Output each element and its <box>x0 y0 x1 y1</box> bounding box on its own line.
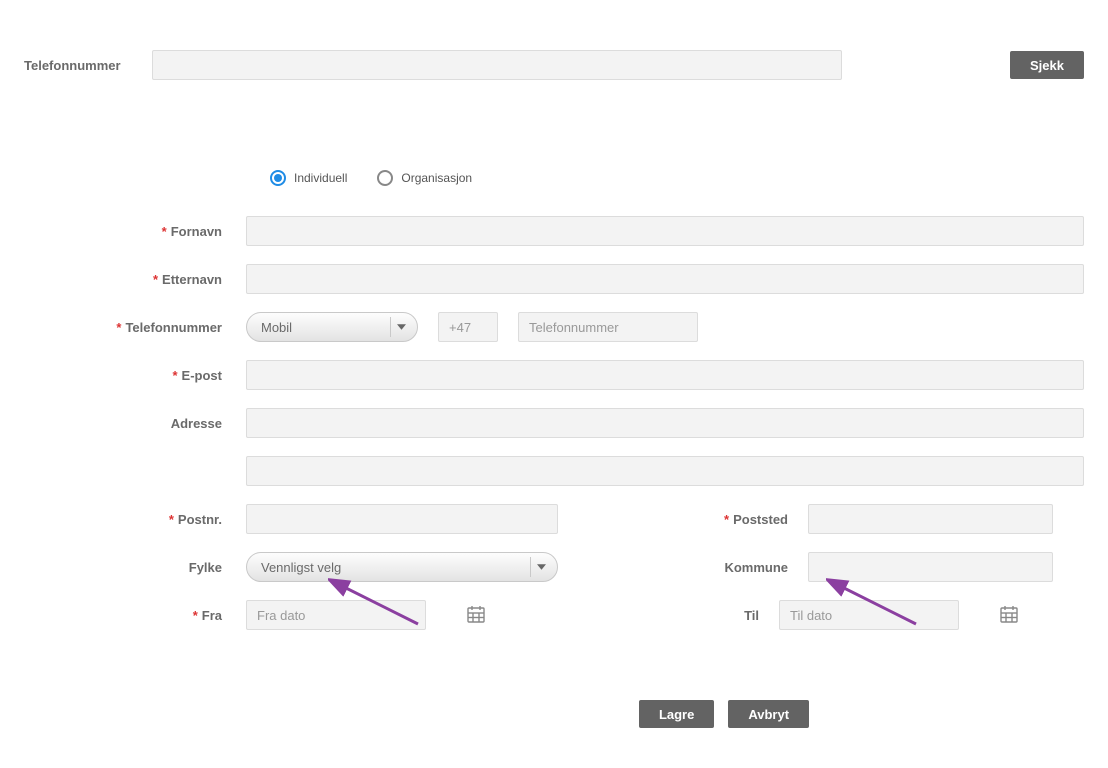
phone-number-input[interactable] <box>518 312 698 342</box>
action-buttons: Lagre Avbryt <box>364 700 1084 728</box>
radio-label: Individuell <box>294 171 347 185</box>
from-date-input[interactable] <box>246 600 426 630</box>
phone-lookup-input[interactable] <box>152 50 842 80</box>
postal-input[interactable] <box>246 504 558 534</box>
country-code-input[interactable] <box>438 312 498 342</box>
city-input[interactable] <box>808 504 1053 534</box>
calendar-icon[interactable] <box>999 604 1019 627</box>
address-label: Adresse <box>24 416 246 431</box>
from-label: *Fra <box>24 608 246 623</box>
cancel-button[interactable]: Avbryt <box>728 700 809 728</box>
phone-type-select[interactable]: Mobil <box>246 312 418 342</box>
phone-type-value: Mobil <box>261 320 292 335</box>
check-button[interactable]: Sjekk <box>1010 51 1084 79</box>
municipality-input[interactable] <box>808 552 1053 582</box>
phone-lookup-row: Telefonnummer Sjekk <box>24 50 1084 80</box>
county-select[interactable]: Vennligst velg <box>246 552 558 582</box>
to-date-input[interactable] <box>779 600 959 630</box>
municipality-label: Kommune <box>678 560 808 575</box>
radio-icon <box>377 170 393 186</box>
last-name-label: *Etternavn <box>24 272 246 287</box>
radio-individual[interactable]: Individuell <box>270 170 347 186</box>
first-name-label: *Fornavn <box>24 224 246 239</box>
county-value: Vennligst velg <box>261 560 341 575</box>
to-label: Til <box>649 608 779 623</box>
county-label: Fylke <box>24 560 246 575</box>
chevron-down-icon <box>390 317 412 337</box>
phone-lookup-label: Telefonnummer <box>24 58 152 73</box>
chevron-down-icon <box>530 557 552 577</box>
first-name-input[interactable] <box>246 216 1084 246</box>
phone-label: *Telefonnummer <box>24 320 246 335</box>
radio-icon <box>270 170 286 186</box>
city-label: *Poststed <box>678 512 808 527</box>
calendar-icon[interactable] <box>466 604 486 627</box>
customer-type-group: Individuell Organisasjon <box>270 170 1084 186</box>
address-input-1[interactable] <box>246 408 1084 438</box>
email-input[interactable] <box>246 360 1084 390</box>
email-label: *E-post <box>24 368 246 383</box>
address-input-2[interactable] <box>246 456 1084 486</box>
save-button[interactable]: Lagre <box>639 700 714 728</box>
postal-label: *Postnr. <box>24 512 246 527</box>
radio-label: Organisasjon <box>401 171 472 185</box>
last-name-input[interactable] <box>246 264 1084 294</box>
radio-organization[interactable]: Organisasjon <box>377 170 472 186</box>
